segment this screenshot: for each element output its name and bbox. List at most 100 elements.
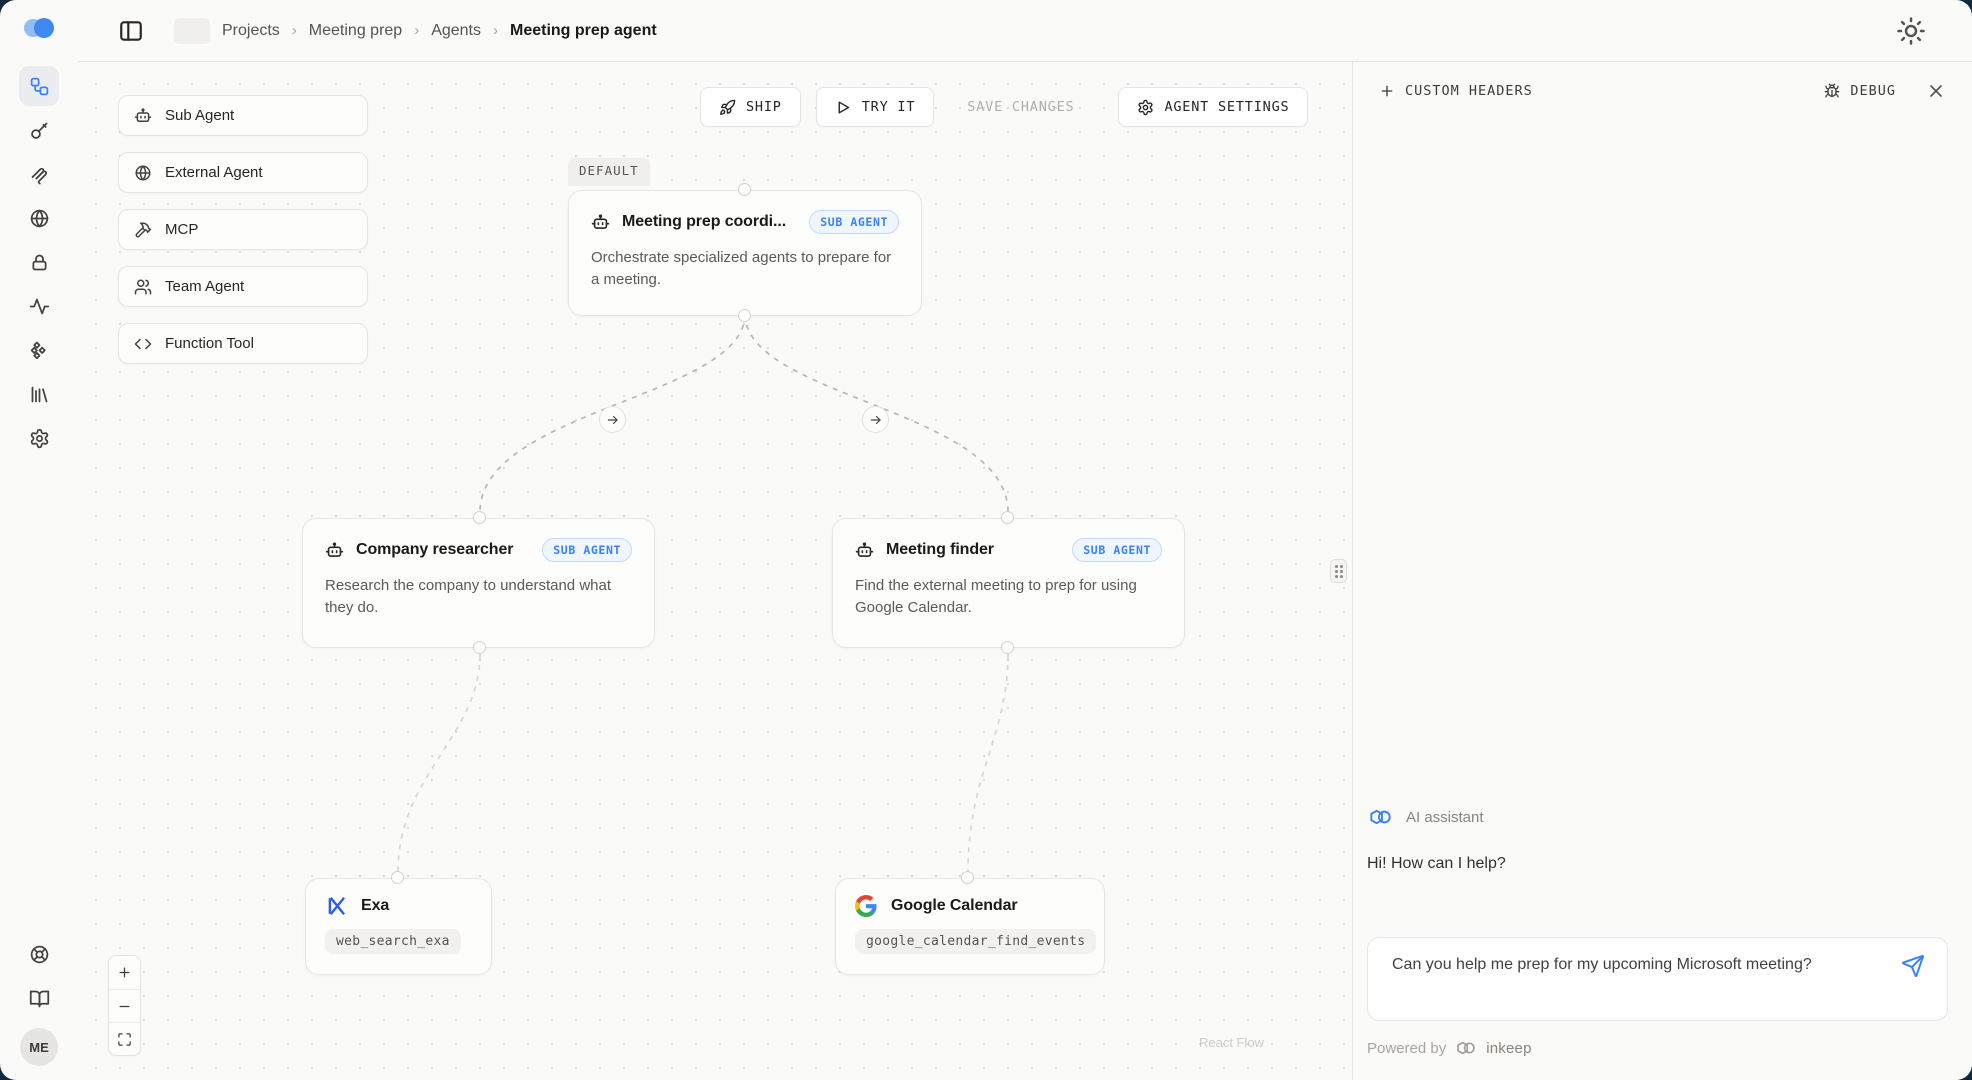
bot-icon [325, 541, 344, 560]
rail-item-credentials[interactable] [19, 242, 59, 282]
plus-icon [1379, 83, 1395, 99]
sidebar-toggle-icon[interactable] [118, 18, 144, 44]
palette-item-function-tool[interactable]: Function Tool [118, 323, 368, 364]
save-changes-button[interactable]: SAVE CHANGES [948, 87, 1093, 127]
zoom-out-button[interactable] [109, 989, 140, 1022]
edge-arrow-icon [862, 406, 889, 433]
assistant-header: AI assistant [1367, 805, 1948, 829]
palette-item-team-agent[interactable]: Team Agent [118, 266, 368, 307]
rail-item-graph[interactable] [19, 66, 59, 106]
node-description: Find the external meeting to prep for us… [855, 575, 1162, 619]
play-icon [835, 99, 852, 116]
bot-icon [591, 213, 610, 232]
try-it-panel: CUSTOM HEADERS DEBUG AI assistant Hi! Ho… [1352, 62, 1972, 1080]
node-handle[interactable] [738, 309, 751, 322]
debug-button[interactable]: DEBUG [1824, 83, 1896, 99]
gear-icon [1137, 99, 1154, 116]
agent-builder-app: ME Projects › Meeting prep › Agents › Me… [0, 0, 1972, 1080]
try-it-button[interactable]: TRY IT [816, 87, 935, 127]
node-handle[interactable] [473, 511, 486, 524]
palette-item-sub-agent[interactable]: Sub Agent [118, 95, 368, 136]
assistant-greeting: Hi! How can I help? [1367, 855, 1948, 873]
rail-bottom-group: ME [19, 932, 59, 1066]
rail-item-activity[interactable] [19, 286, 59, 326]
breadcrumb-agents[interactable]: Agents [431, 22, 481, 40]
sub-agent-badge: SUB AGENT [1072, 538, 1162, 562]
node-meeting-prep-coordinator[interactable]: Meeting prep coordi... SUB AGENT Orchest… [568, 190, 922, 316]
theme-toggle-sun-icon[interactable] [1896, 16, 1926, 46]
close-icon[interactable] [1926, 81, 1946, 101]
node-google-calendar-tool[interactable]: Google Calendar google_calendar_find_eve… [835, 878, 1105, 975]
tool-name-pill: google_calendar_find_events [855, 929, 1096, 954]
chat-input[interactable]: Can you help me prep for my upcoming Mic… [1367, 937, 1948, 1021]
hammer-icon [134, 221, 152, 239]
rail-item-components[interactable] [19, 330, 59, 370]
rail-item-keys[interactable] [19, 110, 59, 150]
canvas-toolbar: SHIP TRY IT SAVE CHANGES AGENT SETTINGS [700, 87, 1308, 127]
rail-item-library[interactable] [19, 374, 59, 414]
node-handle[interactable] [391, 871, 404, 884]
breadcrumb-separator: › [414, 22, 419, 39]
node-handle[interactable] [473, 641, 486, 654]
sub-agent-badge: SUB AGENT [809, 210, 899, 234]
tool-name-pill: web_search_exa [325, 929, 461, 954]
users-icon [134, 278, 152, 296]
node-description: Orchestrate specialized agents to prepar… [591, 247, 899, 291]
breadcrumb-separator: › [292, 22, 297, 39]
bot-icon [855, 541, 874, 560]
rocket-icon [719, 99, 736, 116]
send-icon[interactable] [1901, 954, 1925, 978]
docs-button[interactable] [19, 978, 59, 1018]
icon-rail: ME [0, 0, 78, 1080]
rail-item-settings[interactable] [19, 418, 59, 458]
breadcrumb-current: Meeting prep agent [510, 22, 657, 40]
ship-button[interactable]: SHIP [700, 87, 801, 127]
sub-agent-badge: SUB AGENT [542, 538, 632, 562]
default-agent-tab: DEFAULT [568, 158, 650, 186]
node-handle[interactable] [961, 871, 974, 884]
zoom-in-button[interactable] [109, 956, 140, 989]
node-title: Exa [361, 897, 389, 915]
node-meeting-finder[interactable]: Meeting finder SUB AGENT Find the extern… [832, 518, 1185, 648]
node-description: Research the company to understand what … [325, 575, 632, 619]
code-icon [134, 335, 152, 353]
node-company-researcher[interactable]: Company researcher SUB AGENT Research th… [302, 518, 655, 648]
powered-by[interactable]: Powered by inkeep [1367, 1038, 1948, 1058]
breadcrumb-project[interactable]: Meeting prep [309, 22, 402, 40]
node-handle[interactable] [1001, 641, 1014, 654]
google-logo-icon [855, 895, 877, 917]
assistant-name: AI assistant [1406, 809, 1484, 826]
agent-settings-button[interactable]: AGENT SETTINGS [1118, 87, 1308, 127]
chat-area: AI assistant Hi! How can I help? Can you… [1353, 120, 1972, 1080]
node-handle[interactable] [738, 183, 751, 196]
edge-arrow-icon [599, 406, 626, 433]
top-header: Projects › Meeting prep › Agents › Meeti… [78, 0, 1972, 62]
brand-name: inkeep [1486, 1040, 1531, 1057]
breadcrumb-separator: › [493, 22, 498, 39]
flow-canvas[interactable]: SHIP TRY IT SAVE CHANGES AGENT SETTINGS … [78, 62, 1352, 1080]
user-avatar[interactable]: ME [20, 1028, 58, 1066]
react-flow-attribution[interactable]: React Flow [1199, 1035, 1264, 1050]
bug-icon [1824, 83, 1840, 99]
project-icon-placeholder [174, 18, 210, 44]
panel-resize-handle[interactable] [1330, 559, 1347, 583]
custom-headers-button[interactable]: CUSTOM HEADERS [1379, 83, 1533, 99]
palette-item-mcp[interactable]: MCP [118, 209, 368, 250]
grip-icon [1335, 565, 1343, 578]
rail-item-external[interactable] [19, 198, 59, 238]
rail-item-mcp[interactable] [19, 154, 59, 194]
zoom-controls [108, 955, 141, 1056]
node-exa-tool[interactable]: Exa web_search_exa [305, 878, 492, 975]
breadcrumb: Projects › Meeting prep › Agents › Meeti… [222, 22, 657, 40]
palette-item-external-agent[interactable]: External Agent [118, 152, 368, 193]
inkeep-brand-icon [1454, 1038, 1478, 1058]
node-title: Company researcher [356, 541, 513, 559]
node-title: Meeting prep coordi... [622, 213, 786, 231]
help-button[interactable] [19, 934, 59, 974]
fit-view-button[interactable] [109, 1022, 140, 1055]
node-handle[interactable] [1001, 511, 1014, 524]
breadcrumb-projects[interactable]: Projects [222, 22, 280, 40]
bot-icon [134, 107, 152, 125]
node-palette: Sub Agent External Agent MCP Team Agent … [118, 95, 368, 364]
node-title: Meeting finder [886, 541, 994, 559]
